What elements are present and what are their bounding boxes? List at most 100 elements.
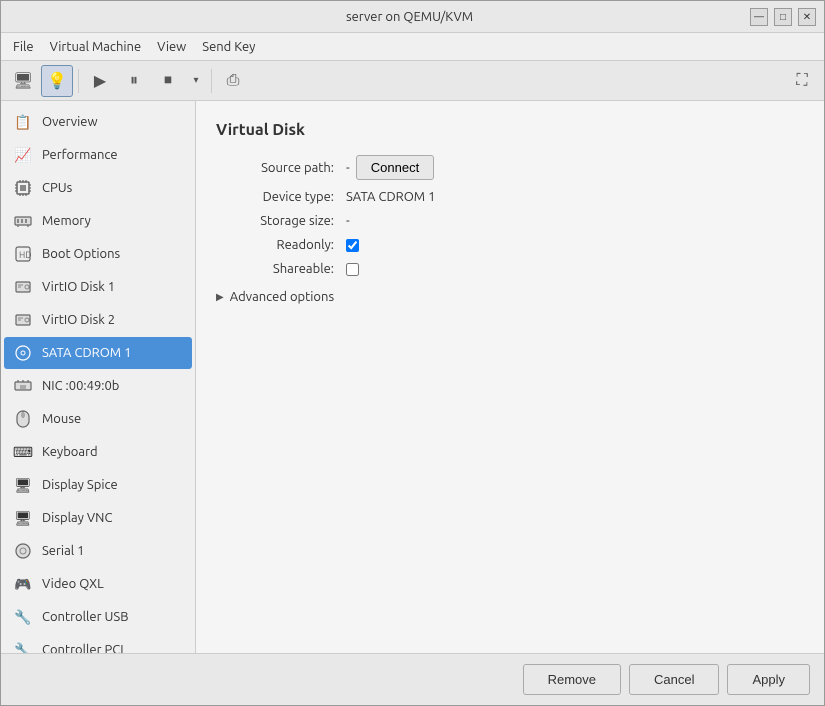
advanced-options-toggle[interactable]: ▶ Advanced options [216, 286, 804, 308]
source-path-label: Source path: [216, 161, 346, 175]
video-qxl-icon: 🎮 [12, 573, 34, 595]
main-area: 📋 Overview 📈 Performance [1, 101, 824, 653]
menu-virtual-machine[interactable]: Virtual Machine [42, 37, 150, 57]
console-button[interactable]: 🖥 [7, 65, 39, 97]
fullscreen-icon: ⛶ [796, 72, 807, 90]
window-controls: — □ ✕ [750, 8, 816, 26]
source-path-value: - [346, 161, 350, 175]
sidebar-item-display-spice[interactable]: 🖥 Display Spice [4, 469, 192, 501]
readonly-label: Readonly: [216, 238, 346, 252]
sidebar-item-serial-1[interactable]: Serial 1 [4, 535, 192, 567]
sidebar-item-performance[interactable]: 📈 Performance [4, 139, 192, 171]
connect-button[interactable]: Connect [356, 155, 434, 180]
sidebar-item-overview[interactable]: 📋 Overview [4, 106, 192, 138]
pause-button[interactable]: ⏸ [118, 65, 150, 97]
toolbar: 🖥 💡 ▶ ⏸ ⏹ ▾ ⎙ ⛶ [1, 61, 824, 101]
screenshot-icon: ⎙ [227, 72, 240, 90]
sidebar-label-keyboard: Keyboard [42, 445, 98, 459]
device-type-row: Device type: SATA CDROM 1 [216, 190, 804, 204]
storage-size-value: - [346, 214, 350, 228]
sidebar-item-mouse[interactable]: Mouse [4, 403, 192, 435]
menubar: File Virtual Machine View Send Key [1, 33, 824, 61]
sidebar-label-serial-1: Serial 1 [42, 544, 84, 558]
content-title: Virtual Disk [216, 121, 804, 139]
shareable-checkbox[interactable] [346, 263, 359, 276]
details-button[interactable]: 💡 [41, 65, 73, 97]
sidebar-label-mouse: Mouse [42, 412, 81, 426]
sidebar-item-keyboard[interactable]: ⌨ Keyboard [4, 436, 192, 468]
storage-size-row: Storage size: - [216, 214, 804, 228]
menu-file[interactable]: File [5, 37, 42, 57]
sidebar-label-cpus: CPUs [42, 181, 72, 195]
controller-usb-icon: 🔧 [12, 606, 34, 628]
advanced-options-label: Advanced options [230, 290, 334, 304]
mouse-icon [12, 408, 34, 430]
stop-icon: ⏹ [164, 72, 172, 90]
apply-button[interactable]: Apply [727, 664, 810, 695]
cancel-button[interactable]: Cancel [629, 664, 719, 695]
nic-icon [12, 375, 34, 397]
sidebar-list: 📋 Overview 📈 Performance [1, 101, 195, 653]
run-button[interactable]: ▶ [84, 65, 116, 97]
sidebar-item-boot-options[interactable]: HD Boot Options [4, 238, 192, 270]
lightbulb-icon: 💡 [47, 71, 67, 91]
sidebar: 📋 Overview 📈 Performance [1, 101, 196, 653]
minimize-button[interactable]: — [750, 8, 768, 26]
controller-pci-icon: 🔧 [12, 639, 34, 653]
monitor-icon: 🖥 [13, 71, 33, 91]
sidebar-item-video-qxl[interactable]: 🎮 Video QXL [4, 568, 192, 600]
readonly-checkbox[interactable] [346, 239, 359, 252]
virtio-disk-1-icon [12, 276, 34, 298]
keyboard-icon: ⌨ [12, 441, 34, 463]
svg-text:HD: HD [19, 250, 32, 260]
shareable-label: Shareable: [216, 262, 346, 276]
stop-button[interactable]: ⏹ [152, 65, 184, 97]
sidebar-item-controller-usb[interactable]: 🔧 Controller USB [4, 601, 192, 633]
shareable-row: Shareable: [216, 262, 804, 276]
source-path-row: Source path: - Connect [216, 155, 804, 180]
sidebar-item-virtio-disk-1[interactable]: VirtIO Disk 1 [4, 271, 192, 303]
pause-icon: ⏸ [130, 72, 138, 90]
sidebar-item-controller-pci[interactable]: 🔧 Controller PCI [4, 634, 192, 653]
sidebar-label-memory: Memory [42, 214, 91, 228]
serial-icon [12, 540, 34, 562]
source-path-value-area: - Connect [346, 155, 434, 180]
sidebar-item-virtio-disk-2[interactable]: VirtIO Disk 2 [4, 304, 192, 336]
overview-icon: 📋 [12, 111, 34, 133]
memory-icon [12, 210, 34, 232]
cdrom-icon [12, 342, 34, 364]
screenshot-button[interactable]: ⎙ [217, 65, 249, 97]
sidebar-label-display-vnc: Display VNC [42, 511, 112, 525]
device-type-value: SATA CDROM 1 [346, 190, 435, 204]
device-type-label: Device type: [216, 190, 346, 204]
menu-view[interactable]: View [149, 37, 194, 57]
remove-button[interactable]: Remove [523, 664, 621, 695]
maximize-button[interactable]: □ [774, 8, 792, 26]
sidebar-label-boot-options: Boot Options [42, 247, 120, 261]
bottom-bar: Remove Cancel Apply [1, 653, 824, 705]
menu-send-key[interactable]: Send Key [194, 37, 263, 57]
sidebar-label-overview: Overview [42, 115, 98, 129]
fullscreen-button[interactable]: ⛶ [786, 65, 818, 97]
boot-options-icon: HD [12, 243, 34, 265]
sidebar-item-sata-cdrom-1[interactable]: SATA CDROM 1 [4, 337, 192, 369]
display-vnc-icon: 🖥 [12, 507, 34, 529]
storage-size-label: Storage size: [216, 214, 346, 228]
window-title: server on QEMU/KVM [69, 10, 750, 24]
sidebar-label-video-qxl: Video QXL [42, 577, 104, 591]
chevron-right-icon: ▶ [216, 291, 224, 303]
sidebar-label-controller-pci: Controller PCI [42, 643, 124, 653]
sidebar-label-display-spice: Display Spice [42, 478, 118, 492]
close-button[interactable]: ✕ [798, 8, 816, 26]
play-icon: ▶ [94, 71, 106, 91]
sidebar-item-nic[interactable]: NIC :00:49:0b [4, 370, 192, 402]
power-dropdown-button[interactable]: ▾ [186, 65, 206, 97]
sidebar-label-sata-cdrom-1: SATA CDROM 1 [42, 346, 131, 360]
sidebar-item-display-vnc[interactable]: 🖥 Display VNC [4, 502, 192, 534]
sidebar-item-cpus[interactable]: CPUs [4, 172, 192, 204]
sidebar-item-memory[interactable]: Memory [4, 205, 192, 237]
performance-icon: 📈 [12, 144, 34, 166]
sidebar-label-nic: NIC :00:49:0b [42, 379, 119, 393]
toolbar-sep-1 [78, 69, 79, 93]
readonly-row: Readonly: [216, 238, 804, 252]
